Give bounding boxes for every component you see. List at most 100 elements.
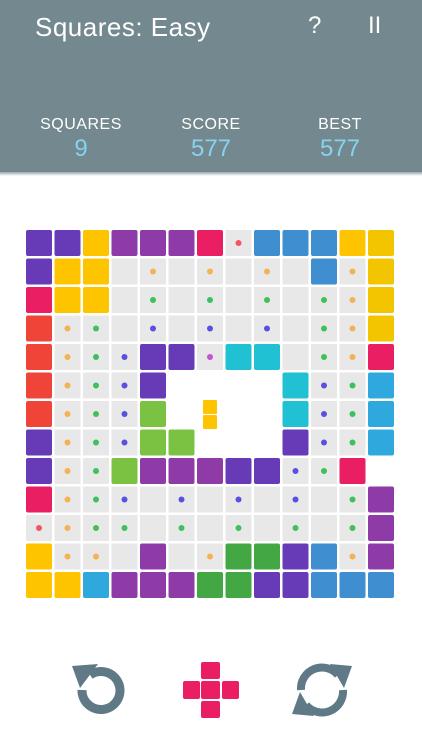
hint-dot [93,525,99,531]
filled-tile [111,572,138,598]
hint-dot [64,553,71,560]
filled-tile [368,401,394,427]
empty-cell[interactable] [111,543,138,570]
filled-tile [168,230,195,256]
filled-tile [368,429,394,456]
filled-tile [339,572,366,598]
filled-tile [368,486,394,513]
hint-dot [207,297,213,303]
restart-button[interactable] [290,658,354,722]
filled-tile [140,572,166,598]
empty-cell[interactable] [168,543,195,570]
hint-dot [349,268,356,275]
filled-tile [311,572,337,598]
filled-tile [282,372,309,399]
filled-tile [140,458,166,484]
empty-cell[interactable] [282,258,309,285]
filled-tile [197,230,223,256]
hint-dot [93,468,99,474]
filled-tile [54,230,81,256]
empty-cell[interactable] [282,315,309,342]
empty-cell[interactable] [254,515,280,541]
filled-tile [83,258,109,285]
filled-tile [168,344,195,370]
hint-dot [292,468,299,474]
filled-tile [140,401,166,427]
filled-tile [368,258,394,285]
empty-cell[interactable] [225,258,252,285]
hint-dot [64,439,71,446]
empty-cell[interactable] [168,287,195,313]
empty-cell[interactable] [111,258,138,285]
filled-tile [26,429,52,456]
hint-dot [321,325,327,332]
filled-tile [26,543,52,570]
empty-cell[interactable] [311,486,337,513]
filled-tile [225,543,252,570]
hint-dot [235,525,242,531]
filled-tile [26,258,52,285]
hint-dot [349,439,356,446]
filled-tile [368,344,394,370]
hint-dot [64,468,71,474]
empty-cell[interactable] [197,515,223,541]
filled-tile [254,543,280,570]
next-piece-preview[interactable] [179,658,243,722]
empty-cell[interactable] [225,315,252,342]
hint-dot [64,382,71,389]
hint-dot [264,325,270,332]
filled-tile [26,572,52,598]
empty-cell[interactable] [168,258,195,285]
filled-tile [54,572,81,598]
hint-dot [264,268,270,275]
empty-cell[interactable] [282,287,309,313]
hint-dot [349,354,356,360]
empty-cell[interactable] [197,486,223,513]
filled-tile [26,458,52,484]
hint-dot [93,325,99,332]
undo-button[interactable] [68,658,132,722]
empty-cell[interactable] [254,486,280,513]
hint-dot [321,297,327,303]
filled-tile [254,230,280,256]
empty-cell[interactable] [225,287,252,313]
hint-dot [121,496,128,503]
empty-cell[interactable] [140,515,166,541]
hint-dot [349,297,356,303]
empty-cell[interactable] [111,287,138,313]
empty-cell[interactable] [311,515,337,541]
filled-tile [111,230,138,256]
filled-tile [83,287,109,313]
hint-dot [207,354,213,360]
filled-tile [282,401,309,427]
hint-dot [207,553,213,560]
hint-dot [121,411,128,417]
filled-tile [140,344,166,370]
filled-tile [282,230,309,256]
filled-tile [282,572,309,598]
empty-cell[interactable] [282,344,309,370]
filled-tile [54,258,81,285]
filled-tile [254,344,280,370]
hint-dot [121,354,128,360]
empty-cell[interactable] [140,486,166,513]
filled-tile [311,230,337,256]
hint-dot [235,496,242,503]
empty-cell[interactable] [168,315,195,342]
filled-tile [168,458,195,484]
hint-dot [150,325,156,332]
game-board[interactable] [0,0,422,750]
hint-dot [321,354,327,360]
filled-tile [225,344,252,370]
current-piece[interactable] [203,400,217,429]
filled-tile [140,543,166,570]
hint-dot [121,382,128,389]
hint-dot [93,411,99,417]
piece-block [203,415,217,429]
filled-tile [197,572,223,598]
filled-tile [83,572,109,598]
empty-cell[interactable] [111,315,138,342]
piece-block [203,400,217,414]
filled-tile [26,287,52,313]
filled-tile [168,572,195,598]
